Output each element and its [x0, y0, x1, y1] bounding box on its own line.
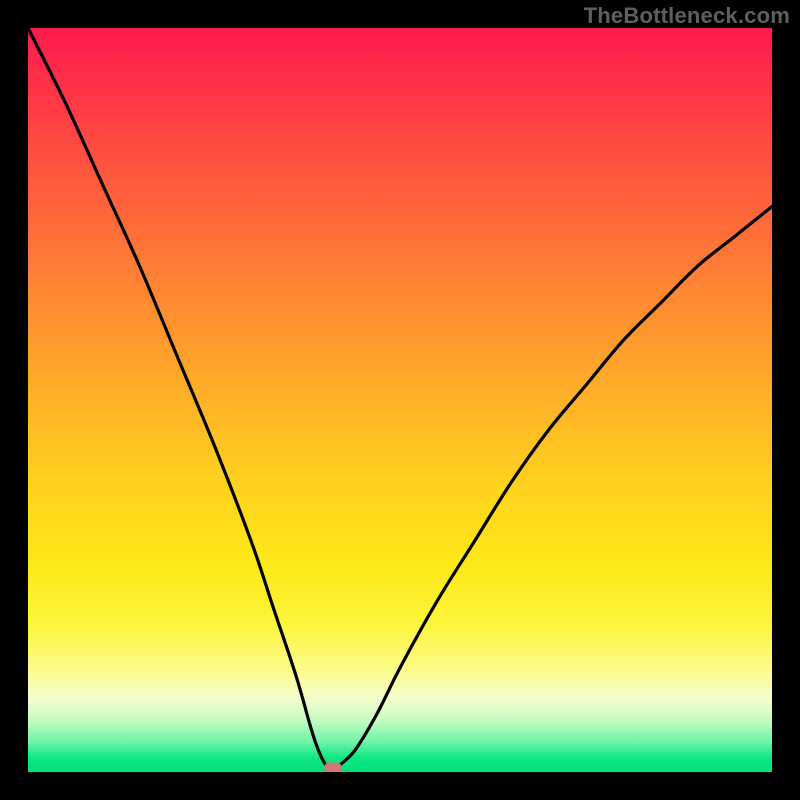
- bottleneck-curve: [28, 28, 772, 772]
- curve-path: [28, 28, 772, 772]
- plot-area: [28, 28, 772, 772]
- optimum-marker: [324, 763, 342, 773]
- chart-frame: TheBottleneck.com: [0, 0, 800, 800]
- watermark-text: TheBottleneck.com: [584, 3, 790, 29]
